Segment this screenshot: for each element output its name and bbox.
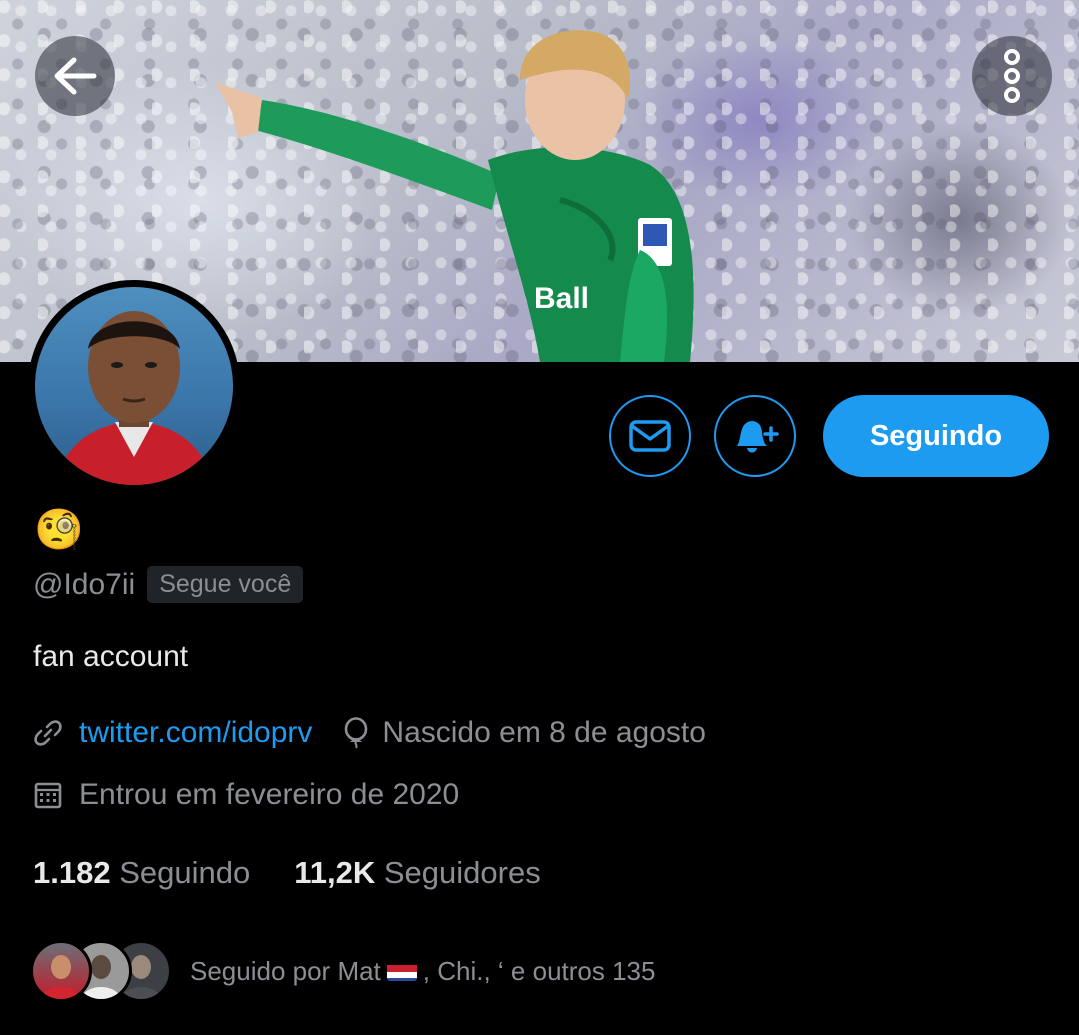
following-label: Seguindo (119, 855, 251, 890)
followed-by-suffix: , Chi., ‘ e outros 135 (422, 955, 656, 986)
message-button[interactable] (609, 395, 691, 477)
website-link[interactable]: twitter.com/idoprv (79, 716, 312, 750)
handle-row: @Ido7ii Segue você (33, 566, 304, 603)
envelope-icon (629, 420, 671, 452)
avatar-photo (35, 287, 233, 485)
calendar-icon (34, 782, 62, 809)
display-name: 🧐 (34, 508, 84, 552)
arrow-left-icon (54, 57, 97, 95)
followed-by-text: Seguido por Mat , Chi., ‘ e outros 135 (190, 956, 655, 987)
netherlands-flag-icon (386, 961, 417, 981)
following-count: 1.182 (33, 855, 111, 890)
followers-label: Seguidores (383, 855, 541, 890)
bell-plus-icon (737, 421, 779, 453)
followers-count: 11,2K (294, 855, 376, 890)
back-button[interactable] (35, 36, 115, 116)
joined-date: Entrou em fevereiro de 2020 (79, 778, 460, 811)
following-button[interactable]: Seguindo (823, 395, 1049, 477)
birthday-text: Nascido em 8 de agosto (382, 716, 706, 749)
more-options-button[interactable] (972, 36, 1052, 116)
notifications-button[interactable] (714, 395, 796, 477)
more-vertical-icon (1004, 49, 1020, 103)
following-stat[interactable]: 1.182 Seguindo (33, 855, 250, 891)
avatar (30, 940, 92, 1002)
profile-meta-row: Entrou em fevereiro de 2020 (33, 778, 459, 812)
followed-by-prefix: Seguido por Mat (190, 955, 381, 986)
profile-meta-row: twitter.com/idoprv Nascido em 8 de agost… (33, 716, 706, 750)
follow-stats: 1.182 Seguindo 11,2K Seguidores (33, 855, 541, 891)
profile-bio: fan account (33, 640, 189, 673)
balloon-icon (345, 717, 368, 749)
link-icon (34, 720, 62, 746)
username-handle: @Ido7ii (33, 567, 136, 601)
followed-by-row[interactable]: Seguido por Mat , Chi., ‘ e outros 135 (30, 940, 655, 1002)
follows-you-badge: Segue você (147, 566, 304, 603)
svg-text:Ball: Ball (534, 282, 589, 315)
profile-avatar[interactable] (28, 280, 240, 492)
followers-stat[interactable]: 11,2K Seguidores (294, 855, 540, 891)
